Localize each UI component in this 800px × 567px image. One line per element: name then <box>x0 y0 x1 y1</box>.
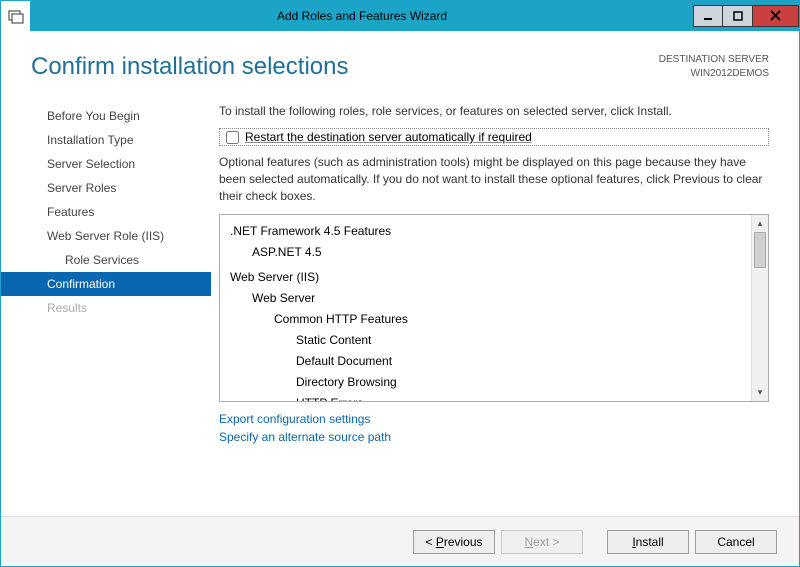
step-confirmation[interactable]: Confirmation <box>1 272 211 296</box>
feature-list-box: .NET Framework 4.5 Features ASP.NET 4.5 … <box>219 214 769 402</box>
step-features[interactable]: Features <box>1 200 211 224</box>
step-installation-type[interactable]: Installation Type <box>1 128 211 152</box>
wizard-body: Confirm installation selections DESTINAT… <box>1 31 799 566</box>
feature-item: Directory Browsing <box>296 372 745 393</box>
scrollbar[interactable]: ▴ ▾ <box>751 215 768 401</box>
feature-item: Static Content <box>296 330 745 351</box>
page-title: Confirm installation selections <box>31 53 659 81</box>
main-area: Before You Begin Installation Type Serve… <box>1 96 799 516</box>
step-role-services[interactable]: Role Services <box>1 248 211 272</box>
minimize-button[interactable] <box>693 5 723 27</box>
feature-item: Default Document <box>296 351 745 372</box>
feature-item: .NET Framework 4.5 Features <box>230 221 745 242</box>
step-results: Results <box>1 296 211 320</box>
feature-item: Web Server <box>252 288 745 309</box>
window-controls <box>693 6 799 27</box>
install-instruction: To install the following roles, role ser… <box>219 104 769 118</box>
export-config-link[interactable]: Export configuration settings <box>219 410 769 428</box>
app-icon <box>1 1 31 31</box>
feature-list[interactable]: .NET Framework 4.5 Features ASP.NET 4.5 … <box>220 215 751 401</box>
previous-button[interactable]: < Previous <box>413 530 495 554</box>
cancel-button[interactable]: Cancel <box>695 530 777 554</box>
close-button[interactable] <box>753 5 799 27</box>
optional-note: Optional features (such as administratio… <box>219 154 769 204</box>
feature-item: Common HTTP Features <box>274 309 745 330</box>
step-server-roles[interactable]: Server Roles <box>1 176 211 200</box>
scroll-down-icon[interactable]: ▾ <box>752 384 768 401</box>
maximize-button[interactable] <box>723 5 753 27</box>
feature-item: HTTP Errors <box>296 393 745 401</box>
feature-item: Web Server (IIS) <box>230 267 745 288</box>
window-title: Add Roles and Features Wizard <box>31 9 693 23</box>
restart-label[interactable]: Restart the destination server automatic… <box>245 130 532 144</box>
wizard-footer: < Previous Next > Install Cancel <box>1 516 799 566</box>
scroll-up-icon[interactable]: ▴ <box>752 215 768 232</box>
wizard-window: Add Roles and Features Wizard Confirm in… <box>0 0 800 567</box>
install-button[interactable]: Install <box>607 530 689 554</box>
step-before-you-begin[interactable]: Before You Begin <box>1 104 211 128</box>
scroll-thumb[interactable] <box>754 232 766 268</box>
destination-label: DESTINATION SERVER <box>659 53 769 67</box>
restart-checkbox[interactable] <box>226 131 239 144</box>
restart-option[interactable]: Restart the destination server automatic… <box>219 128 769 146</box>
step-server-selection[interactable]: Server Selection <box>1 152 211 176</box>
page-header: Confirm installation selections DESTINAT… <box>1 31 799 96</box>
step-sidebar: Before You Begin Installation Type Serve… <box>1 96 211 516</box>
destination-value: WIN2012DEMOS <box>659 67 769 81</box>
titlebar: Add Roles and Features Wizard <box>1 1 799 31</box>
alternate-source-link[interactable]: Specify an alternate source path <box>219 428 769 446</box>
destination-info: DESTINATION SERVER WIN2012DEMOS <box>659 53 769 81</box>
content-panel: To install the following roles, role ser… <box>211 96 799 516</box>
step-web-server-role[interactable]: Web Server Role (IIS) <box>1 224 211 248</box>
next-button: Next > <box>501 530 583 554</box>
feature-item: ASP.NET 4.5 <box>252 242 745 263</box>
config-links: Export configuration settings Specify an… <box>219 410 769 446</box>
